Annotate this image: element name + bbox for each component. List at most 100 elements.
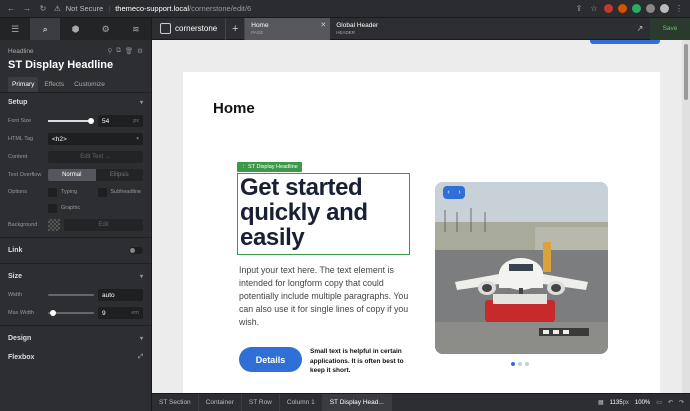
security-label: Not Secure [65, 4, 104, 13]
max-width-unit[interactable]: em [131, 310, 139, 316]
breadcrumb-item[interactable]: Container [199, 393, 242, 411]
scrollbar-thumb[interactable] [684, 44, 688, 100]
cornerstone-logo [160, 23, 171, 34]
font-size-unit[interactable]: px [133, 118, 139, 124]
element-title: ST Display Headline [8, 59, 114, 71]
settings-icon[interactable]: ⚙ [91, 18, 121, 40]
background-edit-button[interactable]: Edit [64, 219, 143, 231]
add-icon[interactable]: + [225, 17, 246, 40]
html-tag-select[interactable]: <h2> ▾ [48, 133, 143, 145]
close-icon[interactable]: ✕ [320, 21, 326, 29]
doc-tab-home[interactable]: Home PAGE ✕ [245, 17, 331, 40]
delete-icon[interactable]: 🗑 [125, 47, 133, 55]
external-link-icon[interactable]: ↗ [630, 24, 650, 33]
forward-icon[interactable]: → [22, 4, 32, 13]
extension-icon[interactable] [632, 4, 641, 13]
selected-headline[interactable]: Get started quickly and easily [237, 173, 410, 255]
graphic-row: Graphic [0, 200, 151, 216]
star-icon[interactable]: ☆ [589, 4, 599, 13]
link-toggle[interactable] [129, 247, 143, 254]
url-path: /cornerstone/edit/6 [189, 4, 252, 13]
extension-icon[interactable] [618, 4, 627, 13]
subheadline-checkbox[interactable]: Subheadline [97, 187, 144, 197]
width-slider[interactable] [48, 294, 94, 296]
extension-icon[interactable] [646, 4, 655, 13]
elements-icon[interactable]: ⬢ [60, 18, 90, 40]
width-input[interactable]: auto [98, 289, 143, 301]
layout-icon[interactable]: ▭ [656, 399, 662, 406]
breadcrumb-item[interactable]: ST Display Head... [322, 393, 392, 411]
menu-icon[interactable]: ⋮ [674, 4, 684, 13]
extension-icon[interactable] [604, 4, 613, 13]
graphic-checkbox[interactable]: Graphic [48, 203, 143, 213]
save-button[interactable]: Save [650, 17, 690, 40]
font-size-slider[interactable] [48, 118, 94, 124]
zoom-level[interactable]: 100% [635, 400, 650, 406]
element-badge[interactable]: ⋮ ST Display Headline [237, 162, 302, 172]
section-title: Design [8, 335, 32, 342]
details-button[interactable]: Details [239, 347, 302, 372]
address-bar[interactable]: ⚠ Not Secure | themeco-support.local/cor… [54, 4, 251, 13]
share-icon[interactable]: ⇪ [574, 4, 584, 13]
element-type: Headline [8, 47, 34, 55]
breadcrumb-item[interactable]: ST Section [152, 393, 199, 411]
html-tag-label: HTML Tag [8, 135, 34, 142]
breadcrumb-item[interactable]: ST Row [242, 393, 280, 411]
redo-icon[interactable]: ↷ [679, 399, 684, 406]
small-text[interactable]: Small text is helpful in certain applica… [310, 347, 405, 376]
graphic-label: Graphic [61, 205, 81, 211]
typing-checkbox[interactable]: Typing [48, 187, 94, 197]
tab-customize[interactable]: Customize [70, 77, 109, 92]
layers-icon[interactable]: ☰ [0, 18, 30, 40]
search-icon[interactable]: ⌕ [30, 18, 61, 40]
page-preview: Home ⋮ ST Display Headline Get started q… [183, 72, 660, 393]
breadcrumb-item[interactable]: Column 1 [280, 393, 323, 411]
page-title[interactable]: Home [213, 100, 255, 117]
url-host: themeco-support.local [115, 4, 190, 13]
headline-text: Get started quickly and easily [240, 174, 368, 251]
width-unit: px [622, 399, 629, 406]
typing-label: Typing [61, 189, 78, 195]
copy-icon[interactable]: ⧉ [116, 47, 121, 55]
font-size-label: Font Size [8, 117, 32, 124]
profile-avatar[interactable] [660, 4, 669, 13]
chevron-right-icon[interactable]: › [458, 189, 460, 196]
grid-icon[interactable]: ▦ [598, 399, 604, 406]
overflow-ellipsis[interactable]: Ellipsis [96, 169, 144, 181]
section-flexbox[interactable]: Flexbox ⤢ [0, 348, 151, 367]
back-icon[interactable]: ← [6, 4, 16, 13]
chevron-left-icon[interactable]: ‹ [447, 189, 449, 196]
slider-image[interactable]: ‹ › [435, 182, 608, 354]
section-link[interactable]: Link [0, 241, 151, 260]
overflow-toggle: Normal Ellipsis [48, 169, 143, 181]
max-width-input[interactable]: 9 em [98, 307, 143, 319]
section-size[interactable]: Size ▾ [0, 267, 151, 286]
brand[interactable]: cornerstone [152, 23, 225, 34]
background-swatch[interactable] [48, 219, 60, 231]
stack-icon[interactable]: ≋ [121, 18, 151, 40]
doc-tab-global-header[interactable]: Global Header HEADER [330, 18, 415, 40]
section-title: Size [8, 273, 23, 280]
body-text[interactable]: Input your text here. The text element i… [239, 264, 409, 329]
section-setup[interactable]: Setup ▾ [0, 93, 151, 112]
section-design[interactable]: Design ▾ [0, 329, 151, 348]
slider-dot[interactable] [511, 362, 515, 366]
tab-effects[interactable]: Effects [40, 77, 68, 92]
edit-text-button[interactable]: Edit Text → [48, 151, 143, 163]
browser-toolbar: ← → ↻ ⚠ Not Secure | themeco-support.loc… [0, 0, 690, 18]
gear-icon[interactable]: ⚙ [137, 47, 143, 55]
undo-icon[interactable]: ↶ [668, 399, 673, 406]
overflow-normal[interactable]: Normal [48, 169, 96, 181]
tab-type: HEADER [336, 30, 356, 35]
max-width-slider[interactable] [48, 310, 94, 316]
canvas-scrollbar[interactable] [682, 40, 690, 393]
expand-icon[interactable]: ⤢ [138, 354, 143, 361]
tab-primary[interactable]: Primary [8, 77, 39, 92]
reload-icon[interactable]: ↻ [38, 4, 48, 13]
options-label: Options [8, 188, 27, 195]
pin-icon[interactable]: ⚲ [107, 47, 112, 55]
slider-dot[interactable] [518, 362, 522, 366]
font-size-input[interactable]: 54 px [98, 115, 143, 127]
slider-dot[interactable] [525, 362, 529, 366]
max-width-row: Max Width 9 em [0, 304, 151, 322]
